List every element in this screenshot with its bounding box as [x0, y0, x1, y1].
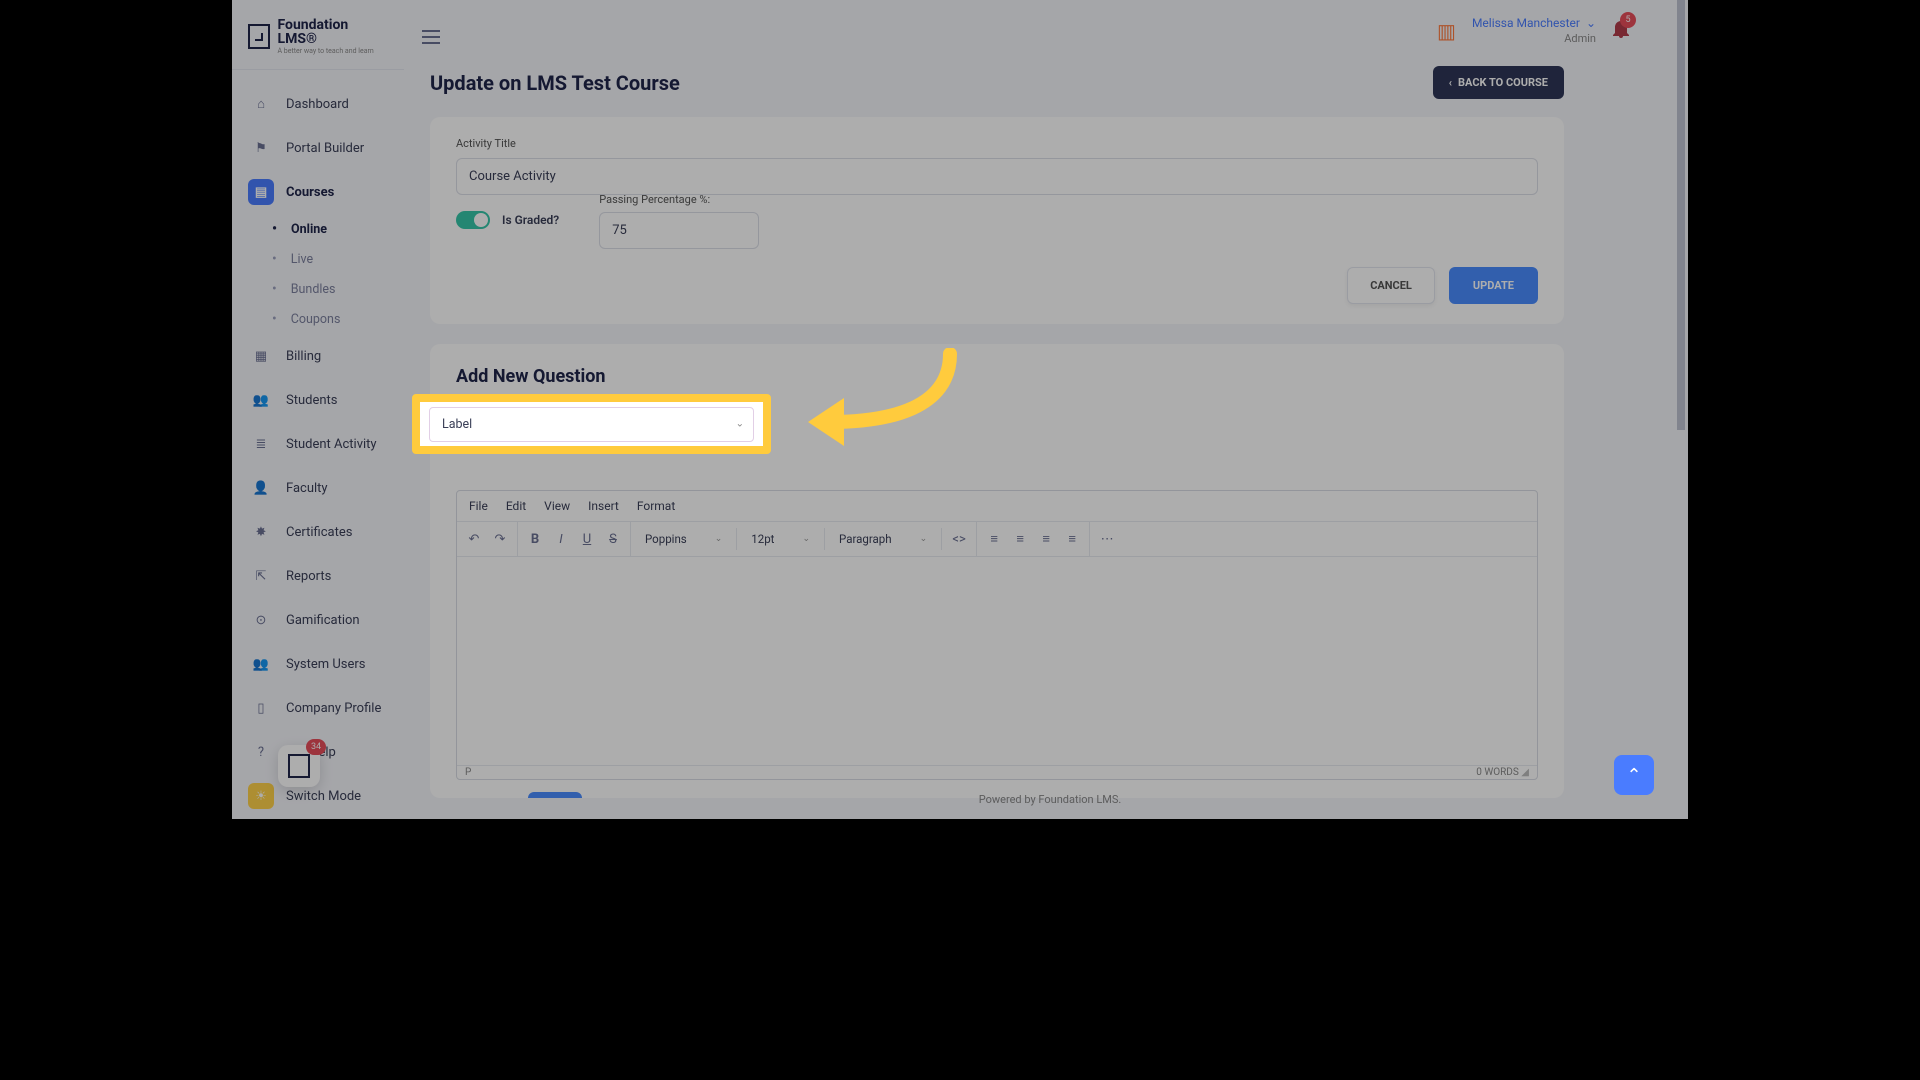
activity-card: Activity Title Is Graded? Passing Percen… — [430, 117, 1564, 324]
sidebar-item-label: Student Activity — [286, 437, 377, 452]
editor-menu-insert[interactable]: Insert — [588, 499, 619, 513]
certificate-icon: ✸ — [248, 519, 274, 545]
activity-icon: ≣ — [248, 431, 274, 457]
scroll-to-top-button[interactable]: ⌃ — [1614, 755, 1654, 795]
home-icon: ⌂ — [248, 91, 274, 117]
brand-logo: Foundation LMS® A better way to teach an… — [232, 14, 404, 70]
sidebar-sub-online[interactable]: Online — [232, 214, 404, 244]
sidebar-item-label: Courses — [286, 185, 334, 200]
editor-menu-view[interactable]: View — [544, 499, 570, 513]
brand-title: Foundation LMS® — [278, 18, 389, 46]
logo-mark-icon — [248, 24, 270, 49]
undo-button[interactable]: ↶ — [461, 526, 487, 552]
sidebar-item-company-profile[interactable]: ▯ Company Profile — [232, 686, 404, 730]
bold-button[interactable]: B — [522, 526, 548, 552]
chat-icon — [288, 754, 310, 778]
sidebar-item-label: Portal Builder — [286, 141, 364, 156]
billing-icon: ▦ — [248, 343, 274, 369]
sidebar-item-label: Switch Mode — [286, 789, 361, 804]
is-graded-toggle[interactable] — [456, 211, 490, 229]
students-icon: 👥 — [248, 387, 274, 413]
brand-tagline: A better way to teach and learn — [278, 48, 389, 55]
update-button[interactable]: UPDATE — [1449, 267, 1538, 304]
strike-button[interactable]: S — [600, 526, 626, 552]
activity-title-label: Activity Title — [456, 137, 1538, 150]
is-graded-label: Is Graded? — [502, 213, 559, 227]
rich-text-editor: File Edit View Insert Format ↶ ↷ B I U — [456, 490, 1538, 780]
chat-badge-count: 34 — [306, 739, 326, 755]
sidebar-item-portal-builder[interactable]: ⚑ Portal Builder — [232, 126, 404, 170]
sidebar-sub-coupons[interactable]: Coupons — [232, 304, 404, 334]
sidebar-item-dashboard[interactable]: ⌂ Dashboard — [232, 82, 404, 126]
chevron-down-icon: ⌄ — [715, 534, 723, 544]
footer-text: Powered by Foundation LMS. — [979, 793, 1122, 806]
partial-button — [528, 792, 582, 798]
chevron-up-icon: ⌃ — [1626, 765, 1641, 786]
sidebar-item-label: Billing — [286, 349, 321, 364]
sidebar-item-billing[interactable]: ▦ Billing — [232, 334, 404, 378]
editor-path: P — [465, 767, 471, 778]
gamification-icon: ⊙ — [248, 607, 274, 633]
italic-button[interactable]: I — [548, 526, 574, 552]
align-center-button[interactable]: ≡ — [1007, 526, 1033, 552]
scrollbar[interactable] — [1677, 0, 1685, 430]
chat-widget-button[interactable]: 34 — [278, 745, 320, 787]
sidebar: Foundation LMS® A better way to teach an… — [232, 0, 404, 819]
sidebar-item-system-users[interactable]: 👥 System Users — [232, 642, 404, 686]
company-icon: ▯ — [248, 695, 274, 721]
align-justify-button[interactable]: ≡ — [1059, 526, 1085, 552]
sidebar-item-label: Certificates — [286, 525, 352, 540]
sidebar-item-label: Company Profile — [286, 701, 381, 716]
sun-icon: ☀ — [248, 783, 274, 809]
page-title: Update on LMS Test Course — [430, 71, 680, 95]
sidebar-item-reports[interactable]: ⇱ Reports — [232, 554, 404, 598]
font-size-select[interactable]: 12pt⌄ — [741, 532, 820, 546]
passing-percentage-label: Passing Percentage %: — [599, 193, 759, 206]
question-type-select[interactable] — [429, 407, 754, 442]
align-left-button[interactable]: ≡ — [981, 526, 1007, 552]
sidebar-item-label: Faculty — [286, 481, 328, 496]
editor-menu-edit[interactable]: Edit — [506, 499, 526, 513]
sidebar-item-label: Reports — [286, 569, 331, 584]
sidebar-item-students[interactable]: 👥 Students — [232, 378, 404, 422]
align-right-button[interactable]: ≡ — [1033, 526, 1059, 552]
cancel-button[interactable]: CANCEL — [1347, 267, 1435, 304]
underline-button[interactable]: U — [574, 526, 600, 552]
sidebar-item-label: Students — [286, 393, 338, 408]
editor-body[interactable] — [457, 557, 1537, 765]
editor-menu-format[interactable]: Format — [637, 499, 675, 513]
sidebar-sub-live[interactable]: Live — [232, 244, 404, 274]
editor-menu-file[interactable]: File — [469, 499, 488, 513]
sidebar-item-certificates[interactable]: ✸ Certificates — [232, 510, 404, 554]
faculty-icon: 👤 — [248, 475, 274, 501]
sidebar-item-student-activity[interactable]: ≣ Student Activity — [232, 422, 404, 466]
sidebar-item-gamification[interactable]: ⊙ Gamification — [232, 598, 404, 642]
redo-button[interactable]: ↷ — [487, 526, 513, 552]
reports-icon: ⇱ — [248, 563, 274, 589]
font-family-select[interactable]: Poppins⌄ — [635, 532, 732, 546]
help-icon: ? — [248, 739, 274, 765]
sidebar-item-courses[interactable]: ▤ Courses — [232, 170, 404, 214]
sidebar-item-faculty[interactable]: 👤 Faculty — [232, 466, 404, 510]
users-icon: 👥 — [248, 651, 274, 677]
courses-icon: ▤ — [248, 179, 274, 205]
more-tools-button[interactable]: ⋯ — [1094, 526, 1120, 552]
chevron-down-icon: ⌄ — [920, 534, 928, 544]
add-question-heading: Add New Question — [456, 366, 1538, 387]
paragraph-select[interactable]: Paragraph⌄ — [829, 532, 937, 546]
back-to-course-button[interactable]: ‹BACK TO COURSE — [1433, 66, 1564, 99]
flag-icon: ⚑ — [248, 135, 274, 161]
passing-percentage-input[interactable] — [599, 212, 759, 249]
sidebar-item-label: Dashboard — [286, 97, 349, 112]
sidebar-sub-bundles[interactable]: Bundles — [232, 274, 404, 304]
chevron-left-icon: ‹ — [1449, 76, 1452, 89]
sidebar-item-label: System Users — [286, 657, 366, 672]
activity-title-input[interactable] — [456, 158, 1538, 195]
sidebar-item-label: Gamification — [286, 613, 360, 628]
chevron-down-icon: ⌄ — [802, 534, 810, 544]
resize-handle-icon[interactable]: ◢ — [1521, 767, 1529, 778]
code-button[interactable]: <> — [946, 526, 972, 552]
tutorial-highlight: ⌄ — [412, 394, 771, 454]
editor-word-count: 0 WORDS — [1476, 767, 1519, 778]
